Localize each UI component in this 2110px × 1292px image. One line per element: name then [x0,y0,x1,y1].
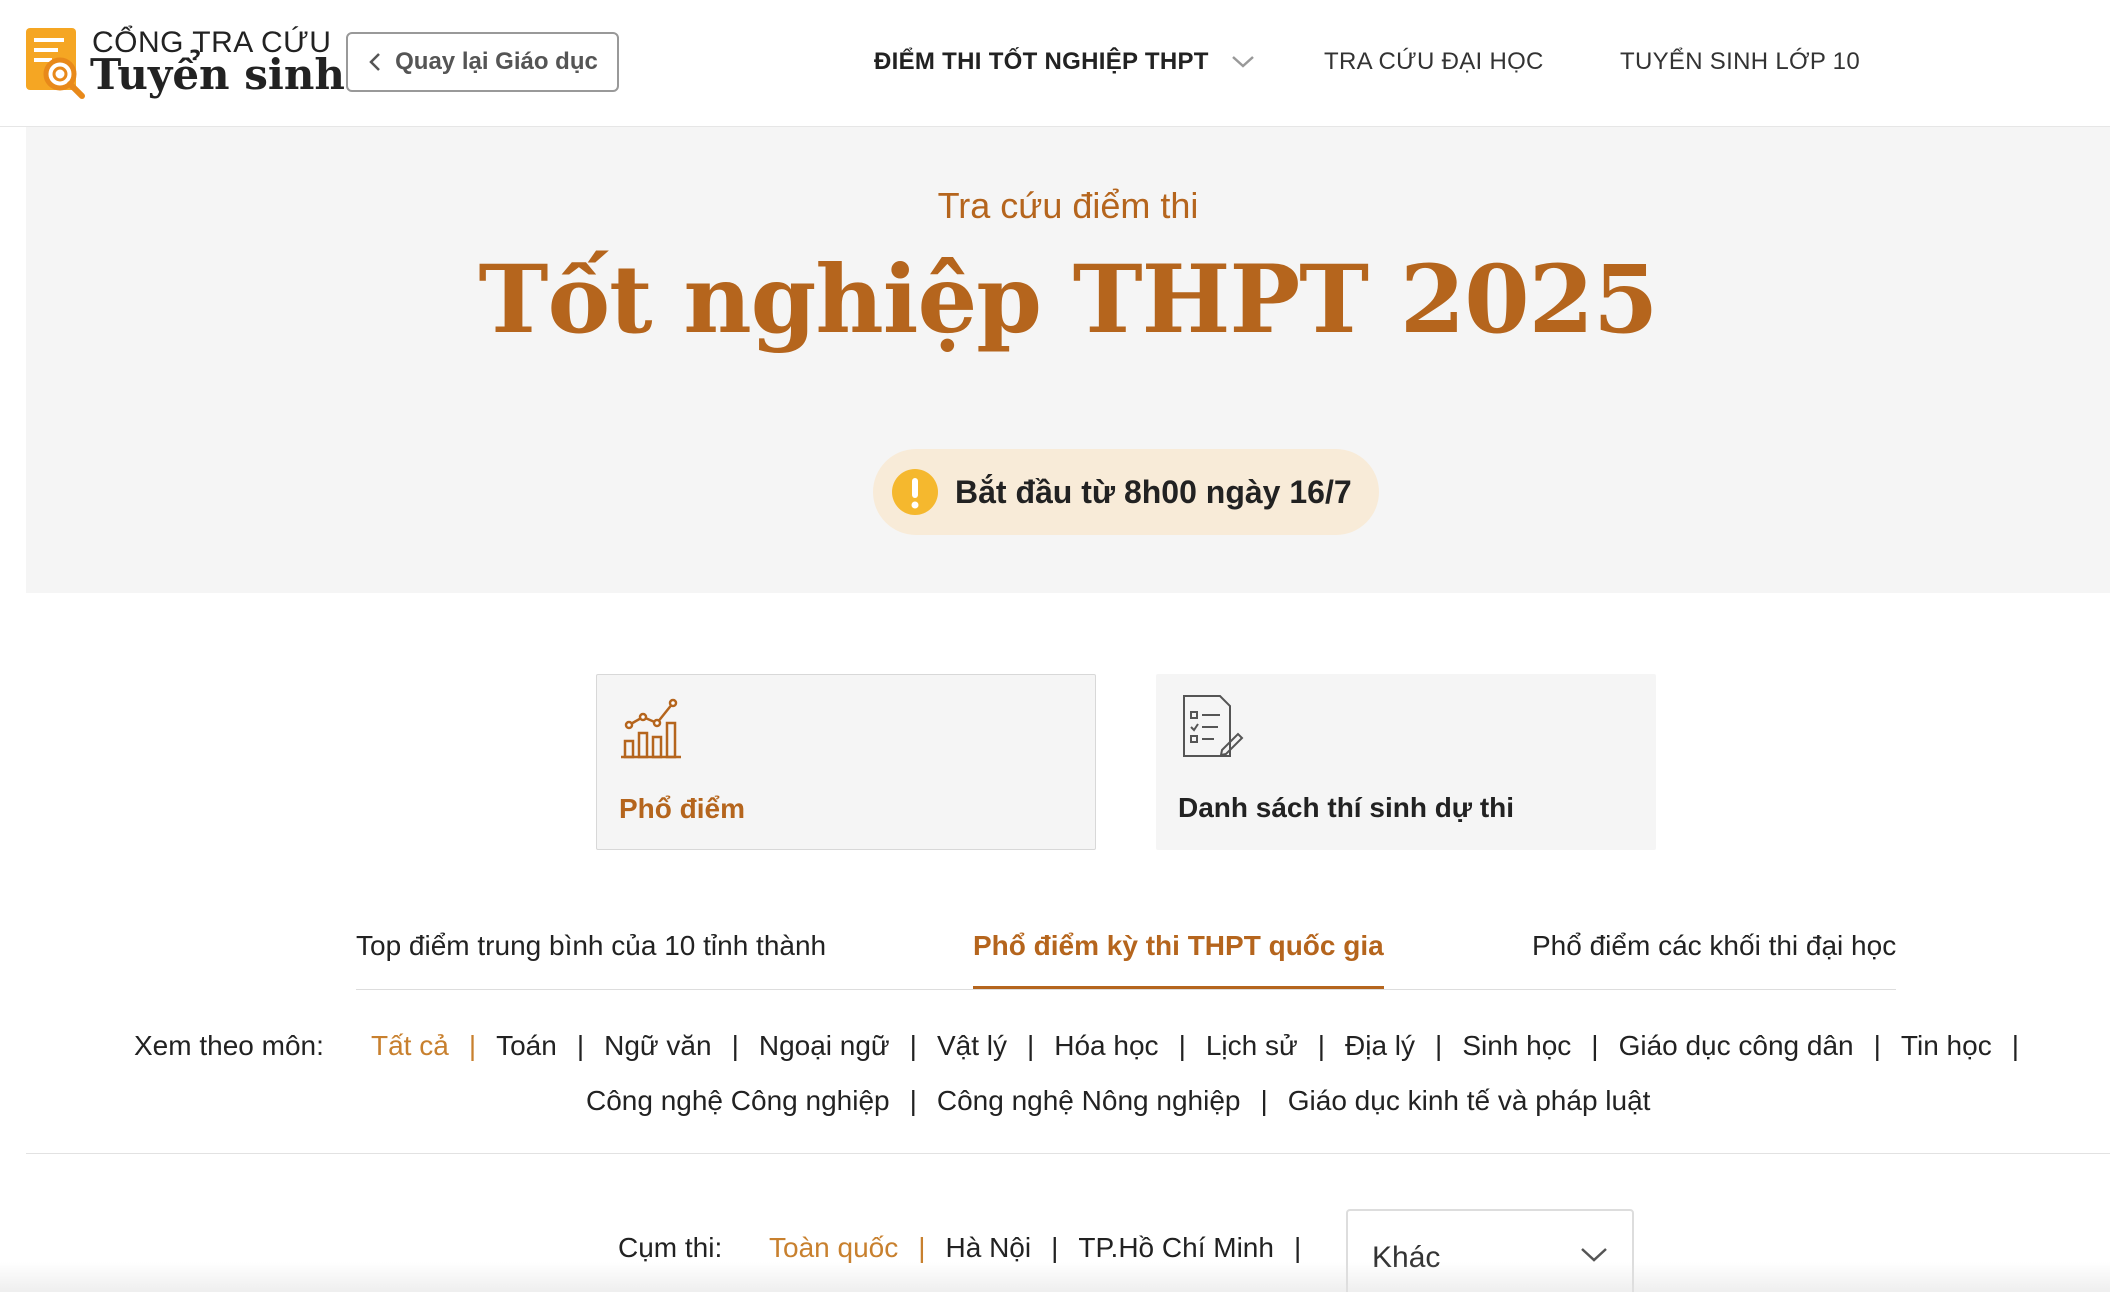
chevron-down-icon [1231,56,1254,68]
tab-pho-diem-khoi-thi[interactable]: Phổ điểm các khối thi đại học [1532,930,1896,962]
subject-cong-nghe-nong-nghiep[interactable]: Công nghệ Nông nghiệp [937,1085,1241,1117]
separator: | [468,1030,477,1061]
checklist-document-icon [1183,695,1244,757]
nav-tuyen-sinh-lop-10[interactable]: TUYỂN SINH LỚP 10 [1620,0,1860,124]
card-pho-diem-label: Phổ điểm [619,793,746,824]
hero-subtitle: Tra cứu điểm thi [937,185,1199,226]
start-notice-badge: Bắt đầu từ 8h00 ngày 16/7 [873,449,1379,535]
subject-ngoai-ngu[interactable]: Ngoại ngữ [759,1030,890,1062]
nav-diem-thi[interactable]: ĐIỂM THI TỐT NGHIỆP THPT [874,0,1255,124]
separator: | [1873,1030,1881,1061]
separator: | [1317,1030,1326,1061]
separator: | [909,1085,917,1116]
chevron-down-icon [1581,1248,1607,1262]
subject-filter-label: Xem theo môn: [134,1030,324,1061]
section-divider [26,1153,2110,1154]
subject-vat-ly[interactable]: Vật lý [937,1030,1007,1062]
subject-tat-ca[interactable]: Tất cả [371,1030,449,1062]
hero-banner: Tra cứu điểm thi Tốt nghiệp THPT 2025 Bắ… [26,127,2110,593]
document-search-icon [26,28,85,99]
separator: | [1178,1030,1186,1061]
nav-tra-cuu-dai-hoc[interactable]: TRA CỨU ĐẠI HỌC [1324,0,1544,124]
region-filter-row: Toàn quốc | Hà Nội | TP.Hồ Chí Minh | [769,1232,1321,1264]
warning-icon [892,469,938,515]
tab-top-diem-trung-binh[interactable]: Top điểm trung bình của 10 tỉnh thành [356,930,826,962]
subject-ngu-van[interactable]: Ngữ văn [604,1030,711,1062]
separator: | [1435,1030,1443,1061]
region-other-select[interactable]: Khác [1346,1209,1634,1292]
back-button-label: Quay lại Giáo dục [395,48,598,75]
bar-chart-icon [621,698,681,759]
back-to-education-button[interactable]: Quay lại Giáo dục [346,32,619,92]
logo-line2: Tuyển sinh [90,50,345,99]
region-filter-label: Cụm thi: [618,1232,723,1263]
separator: | [1293,1232,1302,1263]
separator: | [1026,1030,1035,1061]
nav-item-label: TRA CỨU ĐẠI HỌC [1324,48,1544,75]
nav-item-label: TUYỂN SINH LỚP 10 [1620,48,1860,75]
subject-filter-row-2: Công nghệ Công nghiệp | Công nghệ Nông n… [586,1085,1650,1117]
card-pho-diem[interactable]: Phổ điểm [596,674,1096,850]
region-select-value: Khác [1372,1241,1441,1274]
site-logo[interactable]: CỔNG TRA CỨU Tuyển sinh [24,22,345,102]
bottom-fade [0,1262,2110,1292]
separator: | [1591,1030,1599,1061]
separator: | [2011,1030,2019,1061]
separator: | [731,1030,739,1061]
separator: | [909,1030,917,1061]
separator: | [1260,1085,1268,1116]
nav-item-diem-thi-label: ĐIỂM THI TỐT NGHIỆP THPT [874,48,1209,75]
card-danh-sach-thi-sinh[interactable]: Danh sách thí sinh dự thi [1156,674,1656,850]
subject-toan[interactable]: Toán [496,1030,557,1062]
start-notice-text: Bắt đầu từ 8h00 ngày 16/7 [955,473,1352,510]
card-danh-sach-label: Danh sách thí sinh dự thi [1178,792,1515,823]
region-toan-quoc[interactable]: Toàn quốc [769,1232,898,1264]
subject-lich-su[interactable]: Lịch sử [1206,1030,1298,1062]
separator: | [1051,1232,1059,1263]
hero-title: Tốt nghiệp THPT 2025 [478,245,1659,355]
subject-gdcd[interactable]: Giáo dục công dân [1619,1030,1854,1062]
region-ha-noi[interactable]: Hà Nội [946,1232,1032,1264]
subject-hoa-hoc[interactable]: Hóa học [1054,1030,1158,1062]
subject-filter-row-1: Tất cả | Toán | Ngữ văn | Ngoại ngữ | Vậ… [371,1030,2039,1062]
tab-pho-diem-thpt[interactable]: Phổ điểm kỳ thi THPT quốc gia [973,930,1384,962]
separator: | [576,1030,585,1061]
site-header: CỔNG TRA CỨU Tuyển sinh Quay lại Giáo dụ… [0,0,2110,127]
region-tp-hcm[interactable]: TP.Hồ Chí Minh [1078,1232,1274,1264]
subject-tin-hoc[interactable]: Tin học [1901,1030,1992,1062]
subject-sinh-hoc[interactable]: Sinh học [1462,1030,1571,1062]
tabs-divider [356,989,1896,990]
subject-cong-nghe-cong-nghiep[interactable]: Công nghệ Công nghiệp [586,1085,890,1117]
subject-dia-ly[interactable]: Địa lý [1345,1030,1415,1062]
separator: | [918,1232,926,1263]
active-tab-indicator [973,986,1384,989]
subject-gd-kinh-te-phap-luat[interactable]: Giáo dục kinh tế và pháp luật [1288,1085,1651,1117]
chevron-left-icon [369,53,381,71]
